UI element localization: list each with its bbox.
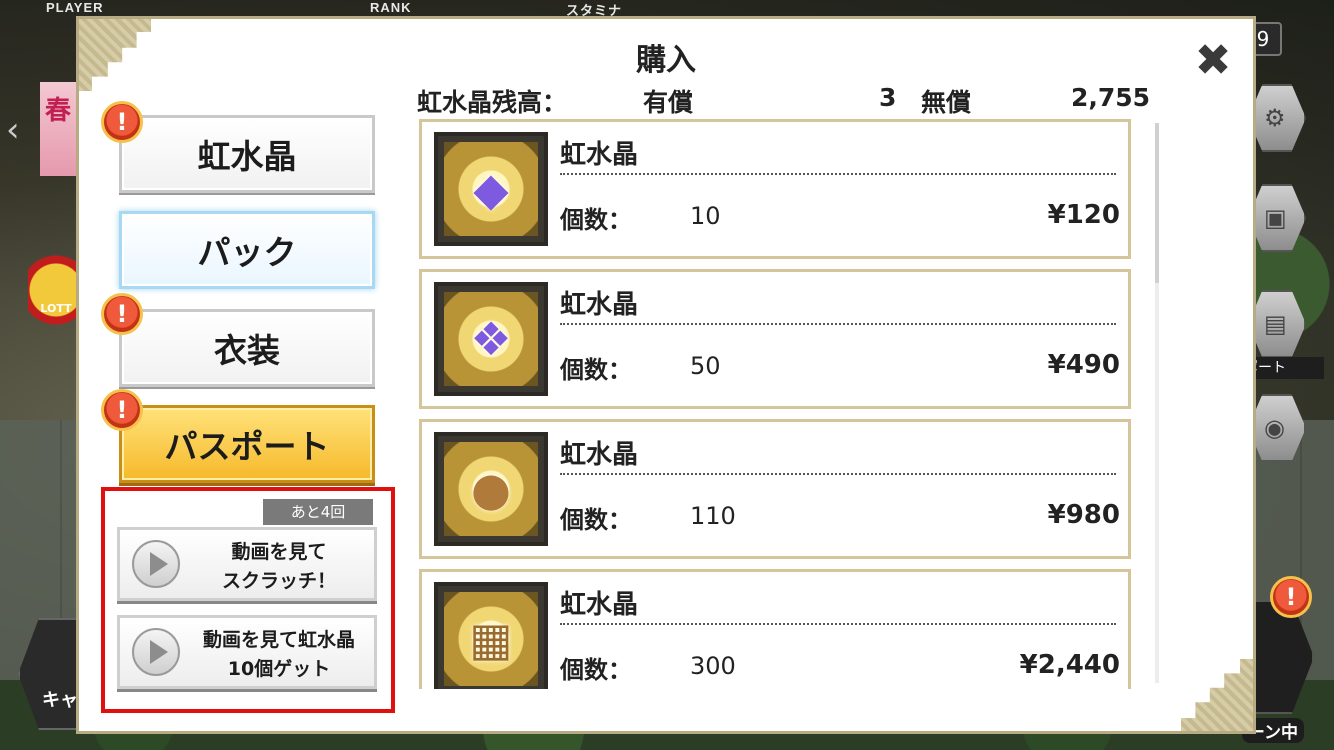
product-item[interactable]: ❖ 虹水晶 個数： 50 ¥490 (419, 269, 1131, 409)
scratch-line1: 動画を見て (231, 541, 327, 563)
quantity-value: 300 (690, 652, 736, 680)
menu-label: 虹水晶 (197, 137, 297, 176)
product-item[interactable]: ▦ 虹水晶 個数： 300 ¥2,440 (419, 569, 1131, 689)
gear-icon: ⚙ (1264, 104, 1286, 132)
character-button-label: キャ (42, 690, 78, 711)
product-item[interactable]: ● 虹水晶 個数： 110 ¥980 (419, 419, 1131, 559)
crystal-cluster-icon: ❖ (434, 282, 548, 396)
play-icon (132, 540, 180, 588)
divider (560, 323, 1116, 325)
quantity-label: 個数： (560, 356, 632, 384)
crystal-line2: 10個ゲット (227, 658, 331, 680)
quantity-value: 110 (690, 502, 736, 530)
watch-video-scratch-button[interactable]: 動画を見て スクラッチ！ (117, 527, 377, 601)
campaign-alert-icon: ! (1270, 576, 1312, 618)
product-name: 虹水晶 (560, 140, 639, 170)
alert-icon: ! (101, 293, 143, 335)
product-list[interactable]: ◆ 虹水晶 個数： 10 ¥120 ❖ 虹水晶 個数： 50 ¥490 ● 虹水… (415, 115, 1155, 689)
list-scrollbar[interactable] (1155, 123, 1159, 683)
quantity-label: 個数： (560, 206, 632, 234)
divider (560, 173, 1116, 175)
alert-icon: ! (101, 101, 143, 143)
product-name: 虹水晶 (560, 590, 639, 620)
price: ¥980 (1047, 500, 1120, 530)
crystal-bag-icon: ● (434, 432, 548, 546)
play-icon (132, 628, 180, 676)
product-item[interactable]: ◆ 虹水晶 個数： 10 ¥120 (419, 119, 1131, 259)
quantity-value: 10 (690, 202, 721, 230)
quantity-label: 個数： (560, 506, 632, 534)
chevron-left-icon[interactable]: ‹ (6, 100, 30, 160)
menu-rainbow-crystal[interactable]: 虹水晶 (119, 115, 375, 193)
event-banner[interactable]: 春 (40, 82, 76, 176)
crystal-crate-icon: ▦ (434, 582, 548, 689)
crystal-line1: 動画を見て虹水晶 (202, 629, 355, 651)
quantity-value: 50 (690, 352, 721, 380)
watch-video-crystal-button[interactable]: 動画を見て虹水晶 10個ゲット (117, 615, 377, 689)
menu-label: パック (197, 233, 297, 272)
menu-pack[interactable]: パック (119, 211, 375, 289)
passport-icon: ▤ (1264, 310, 1287, 338)
menu-label: パスポート (164, 427, 330, 466)
paid-value: 3 (879, 83, 897, 112)
alert-icon: ! (101, 389, 143, 431)
crystal-small-icon: ◆ (434, 132, 548, 246)
gift-icon: ▣ (1264, 204, 1287, 232)
product-name: 虹水晶 (560, 290, 639, 320)
quantity-label: 個数： (560, 656, 632, 684)
menu-label: 衣装 (214, 331, 280, 370)
paid-label: 有償 (643, 88, 694, 117)
dialog-title: 購入 (636, 43, 696, 78)
video-button-text: 動画を見て虹水晶 10個ゲット (190, 626, 368, 684)
product-name: 虹水晶 (560, 440, 639, 470)
menu-costume[interactable]: 衣装 (119, 309, 375, 387)
free-value: 2,755 (1071, 83, 1151, 112)
divider (560, 623, 1116, 625)
scrollbar-thumb[interactable] (1155, 123, 1159, 283)
corner-ornament-bottom-right (1181, 659, 1253, 731)
close-icon[interactable]: ✖ (1193, 39, 1233, 83)
divider (560, 473, 1116, 475)
menu-passport[interactable]: パスポート (119, 405, 375, 483)
balance-label: 虹水晶残高： (417, 88, 568, 117)
video-button-text: 動画を見て スクラッチ！ (190, 538, 368, 596)
scratch-line2: スクラッチ！ (221, 570, 336, 592)
free-label: 無償 (921, 88, 972, 117)
purchase-dialog: 購入 ✖ 虹水晶残高： 有償 3 無償 2,755 虹水晶 ! パック 衣装 !… (76, 16, 1256, 734)
price: ¥120 (1047, 200, 1120, 230)
price: ¥490 (1047, 350, 1120, 380)
remaining-count-tag: あと4回 (263, 499, 373, 525)
mask-icon: ◉ (1264, 414, 1285, 442)
price: ¥2,440 (1019, 650, 1120, 680)
